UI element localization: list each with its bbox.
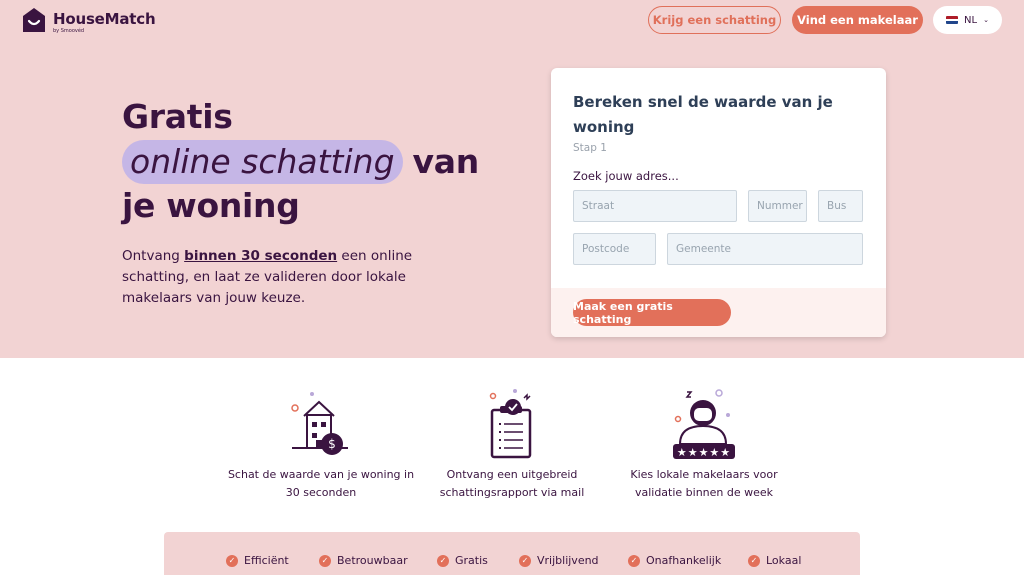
logo-house-icon [23,8,45,32]
feature-text: Schat de waarde van je woning in 30 seco… [227,468,415,499]
make-estimate-button[interactable]: Maak een gratis schatting [573,299,731,326]
postcode-input[interactable]: Postcode [573,233,656,265]
check-icon: ✓ [319,554,331,567]
usp-label: Vrijblijvend [537,554,599,567]
usp-badge: ✓ Onafhankelijk [628,554,721,567]
logo-name: HouseMatch [53,10,156,28]
find-agent-button[interactable]: Vind een makelaar [792,6,923,34]
house-number-input[interactable]: Nummer [748,190,807,222]
check-icon: ✓ [519,554,531,567]
address-search-label: Zoek jouw adres... [573,169,679,183]
feature-text: Ontvang een uitgebreid schattingsrapport… [439,468,585,499]
hero-title-line2-rest: van [412,142,480,181]
usp-badge: ✓ Vrijblijvend [519,554,599,567]
usp-badge: ✓ Gratis [437,554,488,567]
language-label: NL [964,14,978,26]
hero-title-line2: online schatting van [122,140,479,184]
usp-label: Efficiënt [244,554,289,567]
city-input[interactable]: Gemeente [667,233,863,265]
check-icon: ✓ [437,554,449,567]
house-dollar-icon: $ [291,392,348,455]
get-estimate-button[interactable]: Krijg een schatting [648,6,781,34]
feature-item: Ontvang een uitgebreid schattingsrapport… [417,466,607,502]
hero-title-line1: Gratis [122,97,233,136]
usp-badge: ✓ Lokaal [748,554,801,567]
logo-subtitle: by Smoovéd [53,28,85,34]
hero-title-line3: je woning [122,186,300,225]
form-step: Stap 1 [573,142,607,154]
svg-text:★★★★★: ★★★★★ [677,446,731,459]
usp-badge: ✓ Betrouwbaar [319,554,408,567]
feature-text: Kies lokale makelaars voor validatie bin… [630,468,778,499]
feature-item: Schat de waarde van je woning in 30 seco… [226,466,416,502]
feature-item: Kies lokale makelaars voor validatie bin… [609,466,799,502]
clipboard-report-icon [489,389,532,459]
usp-label: Betrouwbaar [337,554,408,567]
street-input[interactable]: Straat [573,190,737,222]
chevron-down-icon: ⌄ [983,16,989,24]
usp-badge: ✓ Efficiënt [226,554,289,567]
usp-label: Lokaal [766,554,802,567]
svg-text:$: $ [328,437,336,451]
logo[interactable]: HouseMatch by Smoovéd [22,7,156,34]
agent-rating-icon: ★★★★★ [673,389,735,459]
estimate-form-card: Bereken snel de waarde van je woning Sta… [551,68,886,337]
language-selector[interactable]: NL ⌄ [933,6,1002,34]
intro-highlight-link[interactable]: binnen 30 seconden [184,248,337,264]
box-input[interactable]: Bus [818,190,863,222]
check-icon: ✓ [226,554,238,567]
intro-text-start: Ontvang [122,248,185,264]
hero-title-highlight: online schatting [122,140,403,184]
usp-label: Onafhankelijk [646,554,722,567]
netherlands-flag-icon [946,16,959,24]
check-icon: ✓ [748,554,760,567]
check-icon: ✓ [628,554,640,567]
usp-label: Gratis [455,554,488,567]
hero-intro: Ontvang binnen 30 seconden een online sc… [122,246,467,309]
form-title: Bereken snel de waarde van je woning [573,93,833,136]
